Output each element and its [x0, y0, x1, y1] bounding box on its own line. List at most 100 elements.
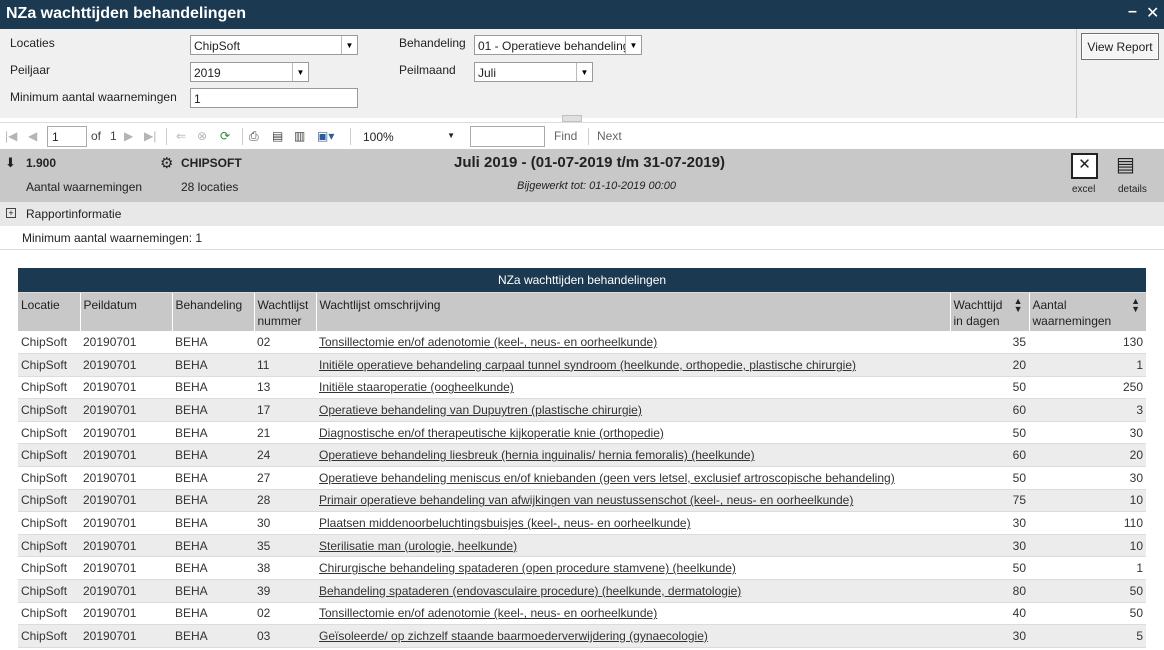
cell-peildatum: 20190701	[80, 534, 172, 558]
cell-locatie: ChipSoft	[18, 534, 80, 558]
updated-until: Bijgewerkt tot: 01-10-2019 00:00	[517, 180, 676, 192]
cell-wachttijd: 30	[950, 534, 1029, 558]
chevron-down-icon[interactable]: ▼	[625, 36, 641, 54]
column-header-wachttijd[interactable]: Wachttijd in dagen ▲ ▼	[949, 292, 1029, 331]
zoom-select[interactable]: 100% ▼	[358, 126, 460, 147]
expand-icon[interactable]: +	[6, 208, 16, 218]
cell-aantal: 1	[1029, 353, 1146, 377]
peilmaand-select[interactable]: Juli ▼	[474, 62, 593, 82]
sort-icon[interactable]: ▲ ▼	[1014, 296, 1023, 313]
cell-omschrijving[interactable]: Sterilisatie man (urologie, heelkunde)	[316, 534, 950, 558]
cell-nummer: 11	[254, 353, 316, 377]
title-bar: NZa wachttijden behandelingen – ✕	[0, 0, 1164, 29]
cell-behandeling: BEHA	[172, 534, 254, 558]
peiljaar-select[interactable]: 2019 ▼	[190, 62, 309, 82]
chevron-down-icon[interactable]: ▼	[292, 63, 308, 81]
find-link[interactable]: Find	[554, 129, 577, 143]
prev-page-icon[interactable]: ◀	[28, 129, 37, 143]
minimize-icon[interactable]: –	[1128, 3, 1137, 21]
cell-peildatum: 20190701	[80, 466, 172, 490]
divider	[0, 249, 1164, 250]
last-page-icon[interactable]: ▶|	[144, 129, 156, 143]
excel-label[interactable]: excel	[1072, 184, 1095, 195]
cell-omschrijving[interactable]: Primair operatieve behandeling van afwij…	[316, 489, 950, 513]
locaties-select[interactable]: ChipSoft ▼	[190, 35, 358, 55]
cell-nummer: 03	[254, 624, 316, 648]
cell-locatie: ChipSoft	[18, 579, 80, 603]
stop-icon[interactable]: ⊗	[197, 129, 207, 143]
cell-locatie: ChipSoft	[18, 489, 80, 513]
column-header-wachtlijst-nummer: Wachtlijst nummer	[253, 292, 316, 331]
cell-omschrijving[interactable]: Initiële operatieve behandeling carpaal …	[316, 353, 950, 377]
cell-aantal: 250	[1029, 376, 1146, 400]
divider	[166, 128, 167, 145]
cell-aantal: 10	[1029, 534, 1146, 558]
cell-omschrijving[interactable]: Operatieve behandeling van Dupuytren (pl…	[316, 398, 950, 422]
cell-aantal: 50	[1029, 602, 1146, 626]
view-report-button[interactable]: View Report	[1081, 33, 1159, 60]
cell-omschrijving[interactable]: Behandeling spataderen (endovasculaire p…	[316, 579, 950, 603]
column-header-omschrijving: Wachtlijst omschrijving	[315, 292, 950, 331]
chevron-down-icon[interactable]: ▼	[576, 63, 592, 81]
behandeling-select[interactable]: 01 - Operatieve behandeling ▼	[474, 35, 642, 55]
refresh-icon[interactable]: ⟳	[220, 129, 230, 143]
page-setup-icon[interactable]: ▥	[294, 129, 305, 143]
table-row: ChipSoft 20190701 BEHA 28 Primair operatieve…	[18, 489, 1146, 513]
back-icon[interactable]: ⇐	[176, 129, 186, 143]
window-title: NZa wachttijden behandelingen	[6, 5, 247, 22]
cell-omschrijving[interactable]: Diagnostische en/of therapeutische kijko…	[316, 421, 950, 445]
next-link[interactable]: Next	[597, 129, 622, 143]
cell-peildatum: 20190701	[80, 624, 172, 648]
next-page-icon[interactable]: ▶	[124, 129, 133, 143]
of-label: of	[91, 129, 102, 143]
cell-omschrijving[interactable]: Tonsillectomie en/of adenotomie (keel-, …	[316, 602, 950, 626]
cell-nummer: 02	[254, 602, 316, 626]
cell-nummer: 02	[254, 331, 316, 355]
cell-omschrijving[interactable]: Tonsillectomie en/of adenotomie (keel-, …	[316, 331, 950, 355]
cell-omschrijving[interactable]: Chirurgische behandeling spataderen (ope…	[316, 556, 950, 581]
brand-name: CHIPSOFT	[181, 156, 242, 170]
chevron-down-icon[interactable]: ▼	[447, 131, 455, 140]
table-row: ChipSoft 20190701 BEHA 03 Geïsoleerde/ op zi…	[18, 624, 1146, 648]
wachttijd-header-text: Wachttijd in dagen	[953, 297, 1003, 328]
cell-nummer: 13	[254, 376, 316, 400]
observations-label: Aantal waarnemingen	[26, 180, 143, 194]
sort-icon[interactable]: ▲ ▼	[1131, 296, 1140, 313]
cell-omschrijving[interactable]: Plaatsen middenoorbeluchtingsbuisjes (ke…	[316, 511, 950, 535]
cell-omschrijving[interactable]: Operatieve behandeling liesbreuk (hernia…	[316, 443, 950, 468]
rapport-info-label: Rapportinformatie	[26, 207, 122, 221]
table-row: ChipSoft 20190701 BEHA 17 Operatieve behande…	[18, 398, 1146, 422]
rapport-info-bar[interactable]: + Rapportinformatie	[0, 202, 1164, 226]
cell-omschrijving[interactable]: Geïsoleerde/ op zichzelf staande baarmoe…	[316, 624, 950, 648]
cell-peildatum: 20190701	[80, 489, 172, 513]
min-waarnemingen-input[interactable]: 1	[190, 88, 358, 108]
column-header-aantal[interactable]: Aantal waarnemingen ▲ ▼	[1028, 292, 1146, 331]
find-input[interactable]	[470, 126, 545, 147]
collapse-params-handle[interactable]	[562, 115, 582, 122]
cell-behandeling: BEHA	[172, 466, 254, 490]
aantal-header-text: Aantal waarnemingen	[1032, 297, 1112, 328]
first-page-icon[interactable]: |◀	[5, 129, 17, 143]
cell-peildatum: 20190701	[80, 602, 172, 626]
excel-icon[interactable]: ✕	[1071, 153, 1098, 179]
details-search-icon[interactable]: ▤	[1116, 152, 1135, 177]
cell-omschrijving[interactable]: Operatieve behandeling meniscus en/of kn…	[316, 466, 950, 490]
total-count: 1.900	[26, 156, 57, 170]
print-layout-icon[interactable]: ▤	[272, 129, 283, 143]
close-icon[interactable]: ✕	[1146, 3, 1159, 23]
chevron-down-icon[interactable]: ▼	[341, 36, 357, 54]
page-number-input[interactable]: 1	[47, 126, 87, 147]
details-label[interactable]: details	[1118, 184, 1147, 195]
cell-peildatum: 20190701	[80, 331, 172, 355]
cell-behandeling: BEHA	[172, 331, 254, 355]
cell-omschrijving[interactable]: Initiële staaroperatie (oogheelkunde)	[316, 376, 950, 400]
cell-aantal: 110	[1029, 511, 1146, 535]
zoom-value: 100%	[363, 130, 394, 144]
divider	[350, 128, 351, 145]
print-icon[interactable]: ⎙	[249, 129, 259, 144]
cell-locatie: ChipSoft	[18, 624, 80, 648]
cell-nummer: 30	[254, 511, 316, 535]
locaties-label: Locaties	[10, 36, 55, 50]
cell-behandeling: BEHA	[172, 556, 254, 581]
export-icon[interactable]: ▣▾	[317, 129, 334, 143]
